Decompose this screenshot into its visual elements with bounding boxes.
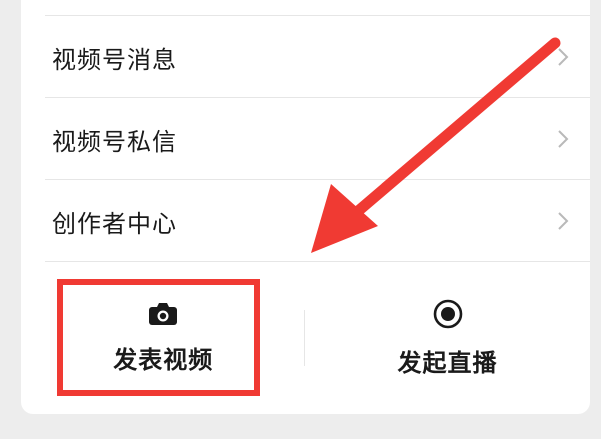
go-live-button[interactable]: 发起直播 [305, 262, 590, 414]
menu-item-label: 视频号消息 [52, 45, 177, 74]
chevron-right-icon [558, 130, 569, 148]
go-live-label: 发起直播 [397, 348, 498, 377]
annotation-highlight-box [57, 279, 260, 396]
menu-item-channels-private-messages[interactable]: 视频号私信 [21, 98, 590, 180]
menu-item-label: 创作者中心 [52, 209, 177, 238]
menu-item-channels-messages[interactable]: 视频号消息 [21, 16, 590, 98]
menu-item-creator-center[interactable]: 创作者中心 [21, 180, 590, 262]
record-icon [433, 299, 462, 328]
menu-item-label: 视频号私信 [52, 127, 177, 156]
chevron-right-icon [558, 48, 569, 66]
chevron-right-icon [558, 212, 569, 230]
